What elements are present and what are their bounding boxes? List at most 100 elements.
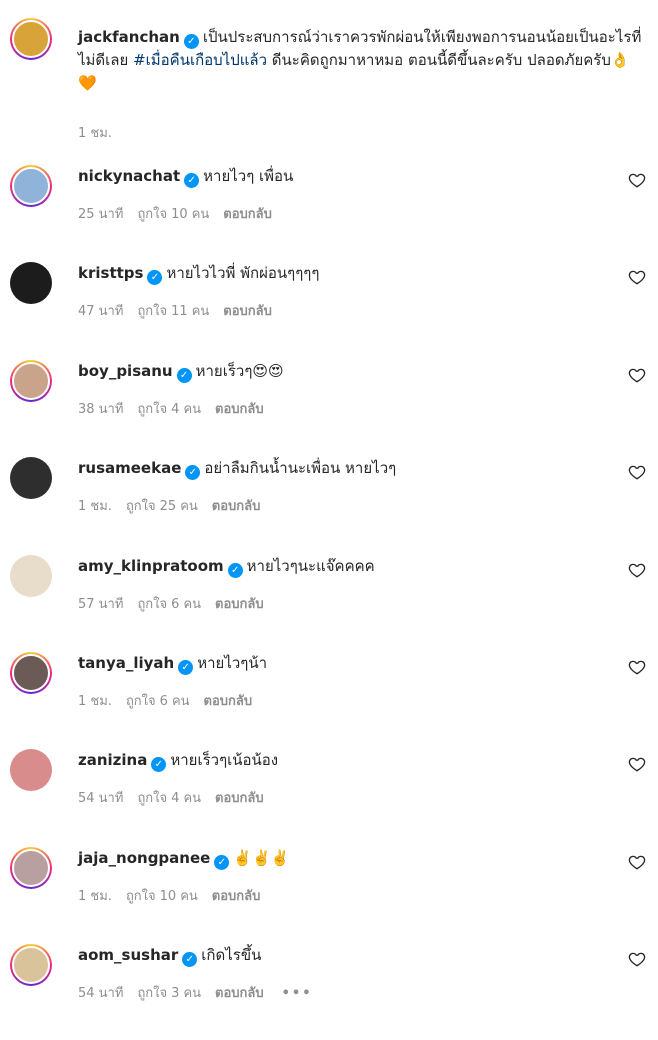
likes-prefix: ถูกใจ <box>137 791 168 806</box>
likes-prefix: ถูกใจ <box>137 207 168 222</box>
avatar[interactable] <box>10 18 52 60</box>
reply-button[interactable]: ตอบกลับ <box>223 207 272 222</box>
comment-username[interactable]: rusameekae <box>78 459 181 477</box>
comment-meta: 1 ชม. ถูกใจ 10 คน ตอบกลับ <box>78 885 274 906</box>
likes-count: 6 <box>159 694 168 709</box>
avatar[interactable] <box>10 262 52 304</box>
likes-count: 25 <box>159 499 177 514</box>
comment-time: 57 นาที <box>78 597 124 612</box>
likes-prefix: ถูกใจ <box>137 304 168 319</box>
comment-text: หายไวๆ เพื่อน <box>203 167 294 185</box>
verified-icon: ✓ <box>178 660 194 675</box>
heart-icon[interactable] <box>628 366 646 384</box>
heart-icon[interactable] <box>628 755 646 773</box>
likes-prefix: ถูกใจ <box>125 694 156 709</box>
avatar[interactable] <box>10 165 52 207</box>
avatar[interactable] <box>10 847 52 889</box>
comment-meta: 1 ชม. ถูกใจ 6 คน ตอบกลับ <box>78 690 266 711</box>
caption-text-after: ดีนะคิดถูกมาหาหมอ ตอนนี้ดีขึ้นละครับ ปลอ… <box>267 51 611 69</box>
comment-text-line: amy_klinpratoom ✓ หายไวๆนะแจ๊คคคค <box>78 555 375 578</box>
reply-button[interactable]: ตอบกลับ <box>204 694 253 709</box>
comment-text: หายไวๆน้า <box>197 654 268 672</box>
comment-text-line: zanizina ✓ หายเร็วๆเน้อน้อง <box>78 749 278 772</box>
comment-username[interactable]: jaja_nongpanee <box>78 849 210 867</box>
comment-time: 54 นาที <box>78 986 124 1001</box>
comment-username[interactable]: tanya_liyah <box>78 654 174 672</box>
comment-text: หายไวไวพี่ พักผ่อนๆๆๆๆ <box>166 264 320 282</box>
comment-likes[interactable]: ถูกใจ 10 คน <box>137 207 209 222</box>
reply-button[interactable]: ตอบกลับ <box>215 402 264 417</box>
likes-suffix: คน <box>183 597 202 612</box>
comment-likes[interactable]: ถูกใจ 10 คน <box>126 889 198 904</box>
heart-icon[interactable] <box>628 463 646 481</box>
likes-count: 6 <box>171 597 180 612</box>
avatar[interactable] <box>10 749 52 791</box>
reply-button[interactable]: ตอบกลับ <box>212 889 261 904</box>
likes-prefix: ถูกใจ <box>137 597 168 612</box>
comment-text: หายเร็วๆเน้อน้อง <box>170 751 279 769</box>
comment-username[interactable]: zanizina <box>78 751 147 769</box>
heart-icon[interactable] <box>628 853 646 871</box>
comment-meta: 54 นาที ถูกใจ 4 คน ตอบกลับ <box>78 787 278 808</box>
comment-likes[interactable]: ถูกใจ 25 คน <box>126 499 198 514</box>
comment-item: jaja_nongpanee ✓ ✌️✌️✌️ 1 ชม. ถูกใจ 10 คน ตอบก… <box>0 847 658 943</box>
verified-icon: ✓ <box>227 563 243 578</box>
comment-time: 38 นาที <box>78 402 124 417</box>
likes-count: 10 <box>171 207 188 222</box>
likes-suffix: คน <box>183 402 202 417</box>
comment-likes[interactable]: ถูกใจ 4 คน <box>137 402 201 417</box>
comment-username[interactable]: kristtps <box>78 264 143 282</box>
reply-button[interactable]: ตอบกลับ <box>215 597 264 612</box>
comment-username[interactable]: amy_klinpratoom <box>78 557 224 575</box>
avatar[interactable] <box>10 555 52 597</box>
verified-icon: ✓ <box>176 368 192 383</box>
comment-text: หายเร็วๆ😍😍 <box>195 362 284 380</box>
avatar[interactable] <box>10 652 52 694</box>
hashtag-link[interactable]: #เมื่อคืนเกือบไปแล้ว <box>133 51 267 69</box>
heart-icon[interactable] <box>628 658 646 676</box>
comment-time: 1 ชม. <box>78 499 112 514</box>
verified-icon: ✓ <box>182 952 198 967</box>
post-username[interactable]: jackfanchan <box>78 28 180 46</box>
comment-text: เกิดไรขึ้น <box>201 946 262 964</box>
avatar[interactable] <box>10 360 52 402</box>
likes-prefix: ถูกใจ <box>137 986 168 1001</box>
likes-suffix: คน <box>183 791 202 806</box>
comment-text: อย่าลืมกินน้ำนะเพื่อน หายไวๆ <box>204 459 397 477</box>
comment-likes[interactable]: ถูกใจ 3 คน <box>137 986 201 1001</box>
verified-icon: ✓ <box>183 34 199 49</box>
comment-likes[interactable]: ถูกใจ 6 คน <box>126 694 190 709</box>
comment-username[interactable]: nickynachat <box>78 167 180 185</box>
comment-item: amy_klinpratoom ✓ หายไวๆนะแจ๊คคคค 57 นาที ถ… <box>0 555 658 651</box>
more-options-icon[interactable]: ••• <box>282 986 313 1001</box>
post-timestamp: 1 ชม. <box>78 126 112 141</box>
reply-button[interactable]: ตอบกลับ <box>223 304 272 319</box>
likes-suffix: คน <box>191 207 210 222</box>
comment-likes[interactable]: ถูกใจ 6 คน <box>137 597 201 612</box>
heart-icon[interactable] <box>628 171 646 189</box>
heart-icon[interactable] <box>628 950 646 968</box>
comment-item: kristtps ✓ หายไวไวพี่ พักผ่อนๆๆๆๆ 47 นาที ถ… <box>0 262 658 358</box>
heart-icon[interactable] <box>628 268 646 286</box>
reply-button[interactable]: ตอบกลับ <box>215 791 264 806</box>
comment-text-line: rusameekae ✓ อย่าลืมกินน้ำนะเพื่อน หายไวๆ <box>78 457 396 480</box>
likes-suffix: คน <box>183 986 202 1001</box>
reply-button[interactable]: ตอบกลับ <box>215 986 264 1001</box>
comment-username[interactable]: aom_sushar <box>78 946 178 964</box>
post-caption: jackfanchan ✓ เป็นประสบการณ์ว่าเราควรพักผ่… <box>78 26 643 95</box>
comment-text-line: aom_sushar ✓ เกิดไรขึ้น <box>78 944 261 967</box>
comment-text-line: boy_pisanu ✓ หายเร็วๆ😍😍 <box>78 360 284 383</box>
comment-item: aom_sushar ✓ เกิดไรขึ้น 54 นาที ถูกใจ 3 คน ตอบ… <box>0 944 658 1040</box>
comment-likes[interactable]: ถูกใจ 4 คน <box>137 791 201 806</box>
comment-likes[interactable]: ถูกใจ 11 คน <box>137 304 209 319</box>
avatar[interactable] <box>10 457 52 499</box>
verified-icon: ✓ <box>151 757 167 772</box>
likes-suffix: คน <box>171 694 190 709</box>
comment-username[interactable]: boy_pisanu <box>78 362 173 380</box>
comment-item: rusameekae ✓ อย่าลืมกินน้ำนะเพื่อน หายไวๆ … <box>0 457 658 553</box>
verified-icon: ✓ <box>214 855 230 870</box>
heart-icon[interactable] <box>628 561 646 579</box>
reply-button[interactable]: ตอบกลับ <box>212 499 261 514</box>
comment-meta: 25 นาที ถูกใจ 10 คน ตอบกลับ <box>78 203 286 224</box>
avatar[interactable] <box>10 944 52 986</box>
